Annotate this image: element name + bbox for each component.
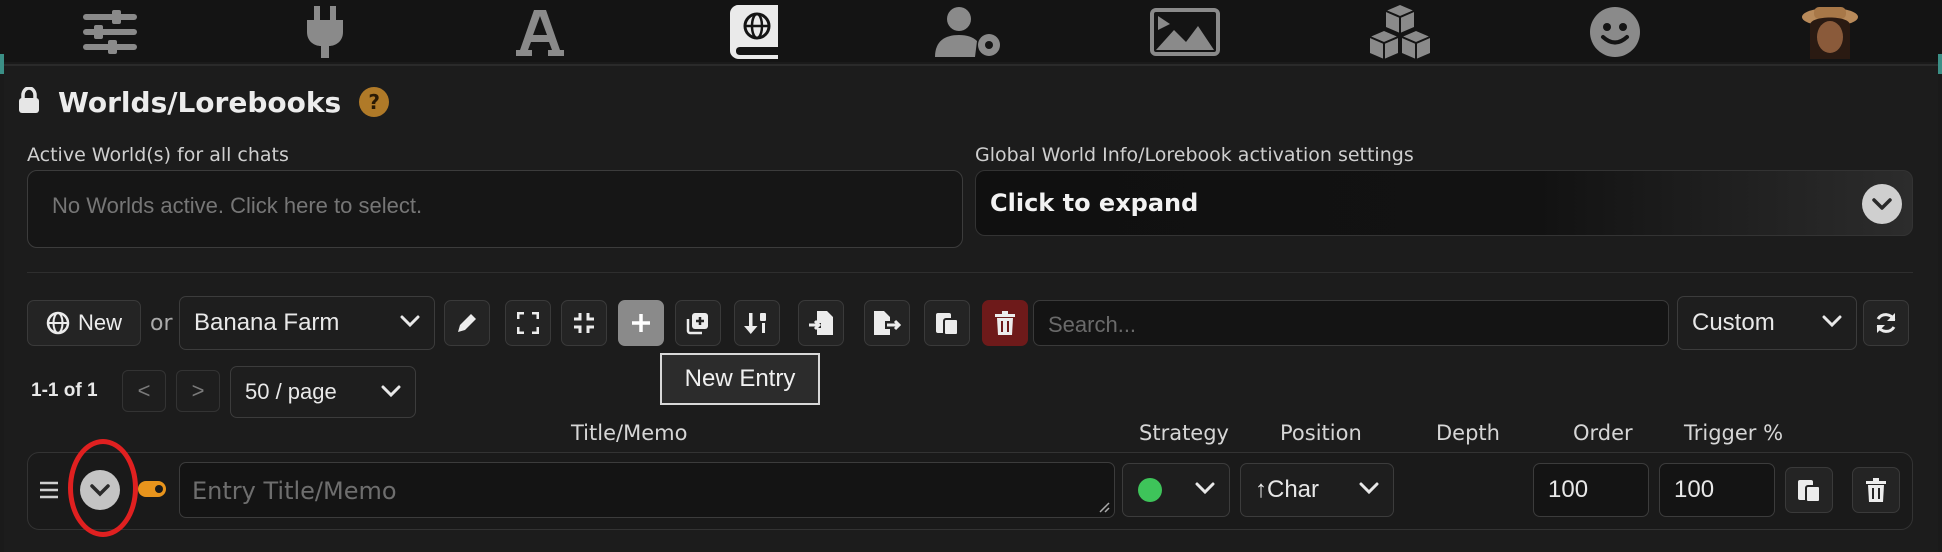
position-value: ↑Char xyxy=(1255,476,1320,503)
smiley-icon[interactable] xyxy=(1580,6,1650,58)
global-settings-label: Global World Info/Lorebook activation se… xyxy=(975,144,1414,166)
paste-icon xyxy=(936,313,959,336)
top-nav-bar xyxy=(0,0,1942,74)
trigger-input[interactable]: 100 xyxy=(1659,463,1775,517)
duplicate-entry-button[interactable] xyxy=(1785,467,1833,513)
import-world-button[interactable] xyxy=(798,300,844,346)
sort-select[interactable]: Custom xyxy=(1677,296,1857,350)
cubes-icon[interactable] xyxy=(1365,5,1435,59)
order-input[interactable]: 100 xyxy=(1533,463,1649,517)
copy-plus-icon xyxy=(686,313,708,335)
chevron-down-icon xyxy=(400,315,420,328)
column-header-order: Order xyxy=(1573,421,1633,445)
refresh-icon xyxy=(1876,313,1896,333)
new-entry-button[interactable] xyxy=(618,300,664,346)
avatar[interactable] xyxy=(1795,6,1865,59)
expand-icon xyxy=(517,312,539,334)
export-world-button[interactable] xyxy=(864,300,910,346)
user-gear-icon[interactable] xyxy=(935,6,1005,58)
chevron-down-icon xyxy=(1822,315,1842,328)
compress-icon xyxy=(574,313,594,333)
expand-all-button[interactable] xyxy=(505,300,551,346)
annotation-circle xyxy=(68,439,138,537)
window-edge-accent xyxy=(1938,54,1942,74)
world-select[interactable]: Banana Farm xyxy=(179,296,435,350)
globe-icon xyxy=(46,311,70,335)
search-placeholder: Search... xyxy=(1048,312,1137,337)
position-select[interactable]: ↑Char xyxy=(1240,463,1394,517)
page-title: Worlds/Lorebooks xyxy=(58,85,342,119)
delete-world-button[interactable] xyxy=(982,300,1028,346)
chevron-down-icon xyxy=(1359,482,1379,495)
active-worlds-label: Active World(s) for all chats xyxy=(27,144,289,166)
font-icon[interactable] xyxy=(505,6,575,58)
column-header-title: Title/Memo xyxy=(571,421,688,445)
chevron-down-icon xyxy=(1195,482,1215,495)
refresh-button[interactable] xyxy=(1863,300,1909,346)
rename-world-button[interactable] xyxy=(444,300,490,346)
drag-handle-icon[interactable] xyxy=(39,480,59,505)
tooltip: New Entry xyxy=(660,353,820,405)
duplicate-world-button[interactable] xyxy=(924,300,970,346)
sort-select-value: Custom xyxy=(1692,309,1775,336)
toggle-icon[interactable] xyxy=(137,480,167,503)
sliders-icon[interactable] xyxy=(75,6,145,58)
prev-page-button[interactable]: < xyxy=(122,370,166,412)
pencil-icon xyxy=(458,314,476,332)
file-export-icon xyxy=(874,311,901,335)
column-header-depth: Depth xyxy=(1436,421,1500,445)
sort-icon xyxy=(744,313,766,334)
resize-handle-icon xyxy=(1099,502,1110,513)
chevron-down-icon[interactable] xyxy=(1862,184,1902,224)
book-globe-icon[interactable] xyxy=(720,5,790,59)
strategy-select[interactable] xyxy=(1122,463,1230,517)
paste-icon xyxy=(1798,480,1821,503)
entry-title-placeholder: Entry Title/Memo xyxy=(192,477,397,505)
status-dot-icon xyxy=(1138,478,1162,502)
next-page-button[interactable]: > xyxy=(176,370,220,412)
pagination-range: 1-1 of 1 xyxy=(31,380,98,401)
chevron-down-icon xyxy=(381,385,401,398)
plug-icon[interactable] xyxy=(290,6,360,58)
column-header-strategy: Strategy xyxy=(1139,421,1229,445)
file-import-icon xyxy=(809,311,833,335)
delete-entry-button[interactable] xyxy=(1852,467,1900,513)
new-world-label: New xyxy=(77,310,122,335)
panel-header: Worlds/Lorebooks ? xyxy=(18,84,390,120)
expand-label: Click to expand xyxy=(990,189,1199,217)
page-size-value: 50 / page xyxy=(245,379,337,404)
search-input[interactable]: Search... xyxy=(1033,300,1669,346)
active-worlds-placeholder: No Worlds active. Click here to select. xyxy=(52,193,423,218)
active-worlds-select[interactable]: No Worlds active. Click here to select. xyxy=(27,170,963,248)
help-icon[interactable]: ? xyxy=(359,87,390,117)
page-size-select[interactable]: 50 / page xyxy=(230,366,416,418)
lock-icon[interactable] xyxy=(18,85,40,118)
divider xyxy=(27,272,1913,273)
or-label: or xyxy=(150,311,173,336)
column-header-trigger: Trigger % xyxy=(1684,421,1784,445)
column-header-position: Position xyxy=(1280,421,1362,445)
entry-title-input[interactable]: Entry Title/Memo xyxy=(179,462,1115,518)
image-icon[interactable] xyxy=(1150,6,1220,58)
world-select-value: Banana Farm xyxy=(194,309,340,336)
collapse-all-button[interactable] xyxy=(561,300,607,346)
trash-icon xyxy=(1866,478,1886,502)
fill-memos-button[interactable] xyxy=(675,300,721,346)
apply-sort-button[interactable] xyxy=(734,300,780,346)
new-world-button[interactable]: New xyxy=(27,300,141,346)
global-settings-drawer[interactable]: Click to expand xyxy=(975,170,1913,236)
trash-icon xyxy=(995,311,1015,335)
plus-icon xyxy=(632,314,650,332)
world-info-panel: Worlds/Lorebooks ? Active World(s) for a… xyxy=(4,64,1938,552)
